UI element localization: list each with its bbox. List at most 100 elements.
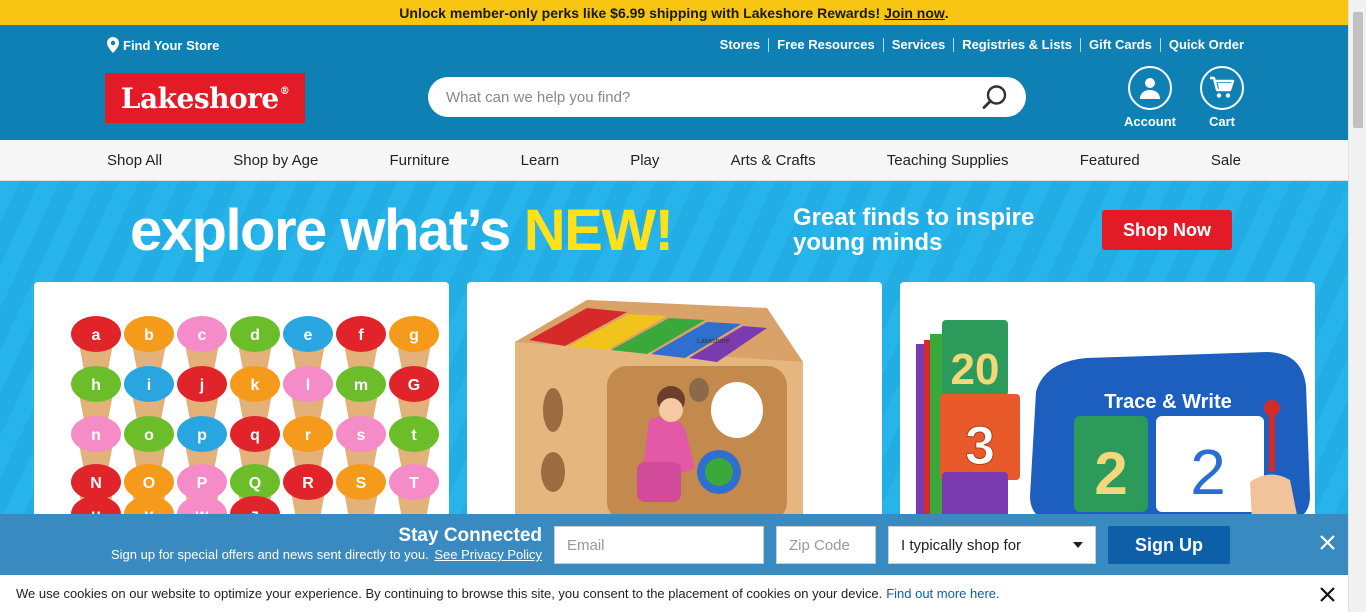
- product-card-alphabet-scoops[interactable]: abcdefghijklmGnopqrstNOPQRSTuvwz: [34, 282, 449, 522]
- alphabet-scoops-image: abcdefghijklmGnopqrstNOPQRSTuvwz: [71, 316, 439, 522]
- scoop-letter: h: [91, 377, 101, 394]
- cookie-text: We use cookies on our website to optimiz…: [16, 586, 883, 601]
- scoop-letter: q: [250, 427, 260, 444]
- zip-code-field[interactable]: Zip Code: [776, 526, 876, 564]
- utility-link-gift-cards[interactable]: Gift Cards: [1080, 38, 1160, 52]
- email-field[interactable]: Email: [554, 526, 764, 564]
- scoop-letter: b: [144, 327, 154, 344]
- logo-text: Lakeshore: [120, 81, 279, 115]
- scoop-letter: e: [304, 327, 313, 344]
- scoop-letter: S: [356, 475, 367, 492]
- site-header: Find Your Store Stores Free Resources Se…: [0, 25, 1348, 140]
- trace-write-title: Trace & Write: [1104, 391, 1231, 413]
- playhouse-image: Lakeshore: [515, 300, 803, 522]
- nav-item-shop-by-age[interactable]: Shop by Age: [233, 152, 318, 169]
- scoop-letter: j: [199, 377, 204, 394]
- utility-link-quick-order[interactable]: Quick Order: [1159, 38, 1244, 52]
- privacy-policy-link[interactable]: See Privacy Policy: [434, 547, 542, 562]
- promo-bar: Unlock member-only perks like $6.99 ship…: [0, 0, 1348, 25]
- scoop-letter: O: [143, 475, 155, 492]
- promo-text: Unlock member-only perks like $6.99 ship…: [399, 4, 881, 21]
- promo-period: .: [944, 4, 949, 21]
- scoop-letter: d: [250, 327, 260, 344]
- location-pin-icon: [107, 37, 119, 53]
- stay-connected-title: Stay Connected: [398, 525, 542, 546]
- number-card-20: 20: [951, 345, 1000, 394]
- cart-icon: [1200, 66, 1244, 110]
- trace-write-number: 2: [1094, 440, 1127, 507]
- nav-item-featured[interactable]: Featured: [1080, 152, 1140, 169]
- sign-up-button[interactable]: Sign Up: [1108, 526, 1230, 564]
- scoop-letter: a: [92, 327, 101, 344]
- find-your-store-link[interactable]: Find Your Store: [107, 37, 219, 53]
- scoop-letter: m: [354, 377, 368, 394]
- scoop-letter: g: [409, 327, 419, 344]
- trace-write-drawn-number: 2: [1190, 436, 1226, 508]
- scoop-letter: T: [409, 475, 419, 492]
- shop-now-button[interactable]: Shop Now: [1102, 210, 1232, 250]
- hero-headline-text: explore what’s: [130, 198, 511, 263]
- lakeshore-logo[interactable]: Lakeshore ®: [105, 73, 305, 123]
- scoop-letter: G: [408, 377, 420, 394]
- join-now-link[interactable]: Join now: [884, 5, 945, 21]
- account-label: Account: [1124, 114, 1176, 129]
- scoop-letter: s: [357, 427, 366, 444]
- stay-connected-bar: Stay Connected Sign up for special offer…: [0, 514, 1348, 575]
- close-cookie-icon[interactable]: [1320, 587, 1335, 602]
- shop-for-value: I typically shop for: [901, 536, 1022, 554]
- hero-headline-new: NEW!: [523, 198, 674, 263]
- scoop-letter: l: [306, 377, 310, 394]
- product-card-playhouse[interactable]: Lakeshore: [467, 282, 882, 522]
- scoop-letter: c: [198, 327, 207, 344]
- product-card-trace-write[interactable]: 20 3 Trace & Write 2 2: [900, 282, 1315, 522]
- scoop-letter: R: [302, 475, 314, 492]
- hero-subheadline: Great finds to inspire young minds: [793, 204, 1035, 256]
- scoop-letter: P: [197, 475, 208, 492]
- stay-connected-subtitle-text: Sign up for special offers and news sent…: [111, 547, 429, 562]
- hero-headline: explore what’s NEW!: [130, 197, 674, 264]
- search-input[interactable]: [446, 88, 982, 106]
- scoop-letter: p: [197, 427, 207, 444]
- cart-button[interactable]: Cart: [1200, 66, 1244, 129]
- page-scrollbar[interactable]: [1348, 0, 1366, 612]
- playhouse-brand: Lakeshore: [697, 338, 730, 345]
- logo-registered-mark: ®: [279, 85, 290, 97]
- trace-write-image: 20 3 Trace & Write 2 2: [916, 320, 1310, 522]
- account-icon: [1128, 66, 1172, 110]
- search-icon[interactable]: [982, 84, 1008, 110]
- nav-item-learn[interactable]: Learn: [521, 152, 559, 169]
- scoop-letter: o: [144, 427, 154, 444]
- stay-connected-subtitle: Sign up for special offers and news sent…: [0, 547, 542, 562]
- account-button[interactable]: Account: [1124, 66, 1176, 129]
- number-card-3: 3: [965, 416, 995, 476]
- cookie-more-link[interactable]: Find out more here.: [886, 586, 999, 601]
- nav-item-shop-all[interactable]: Shop All: [107, 152, 162, 169]
- scoop-letter: i: [147, 377, 151, 394]
- scoop-letter: f: [358, 327, 364, 344]
- nav-item-teaching-supplies[interactable]: Teaching Supplies: [887, 152, 1009, 169]
- utility-link-stores[interactable]: Stores: [712, 38, 768, 52]
- shop-for-select[interactable]: I typically shop for: [888, 526, 1096, 564]
- utility-link-services[interactable]: Services: [882, 38, 954, 52]
- nav-item-arts-crafts[interactable]: Arts & Crafts: [731, 152, 816, 169]
- cookie-banner: We use cookies on our website to optimiz…: [0, 575, 1366, 612]
- main-nav: Shop All Shop by Age Furniture Learn Pla…: [0, 140, 1348, 181]
- scoop-letter: k: [251, 377, 260, 394]
- close-signup-icon[interactable]: [1320, 535, 1335, 550]
- scoop-letter: Q: [249, 475, 261, 492]
- scrollbar-thumb[interactable]: [1353, 12, 1363, 128]
- search-bar: [428, 77, 1026, 117]
- utility-link-registries[interactable]: Registries & Lists: [953, 38, 1080, 52]
- scoop-letter: N: [90, 475, 102, 492]
- dropdown-arrow-icon: [1073, 542, 1083, 548]
- cart-label: Cart: [1208, 114, 1235, 129]
- nav-item-furniture[interactable]: Furniture: [389, 152, 449, 169]
- find-your-store-label: Find Your Store: [123, 37, 220, 53]
- scoop-letter: t: [411, 427, 417, 444]
- utility-link-free-resources[interactable]: Free Resources: [768, 38, 883, 52]
- nav-item-sale[interactable]: Sale: [1211, 152, 1241, 169]
- scoop-letter: n: [91, 427, 101, 444]
- utility-nav: Stores Free Resources Services Registrie…: [712, 38, 1244, 52]
- scoop-letter: r: [305, 427, 311, 444]
- nav-item-play[interactable]: Play: [630, 152, 659, 169]
